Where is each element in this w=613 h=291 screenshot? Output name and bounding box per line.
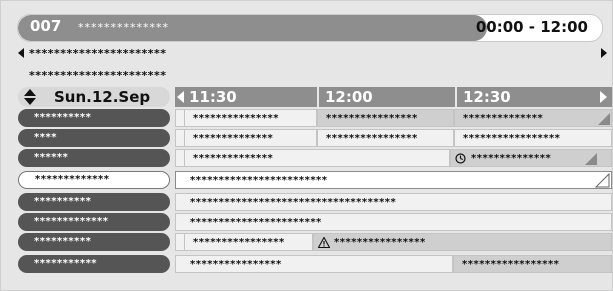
- channel-row-label[interactable]: ****: [18, 129, 170, 147]
- program-cell-selected[interactable]: ************************: [175, 171, 612, 189]
- program-info-line-2: **********************: [29, 69, 167, 82]
- timeslot-1: 11:30: [175, 87, 319, 107]
- channel-row-label[interactable]: **********: [18, 193, 170, 211]
- program-title: ***********************: [190, 217, 322, 228]
- program-cell[interactable]: ****************: [184, 233, 313, 251]
- timeslot-2: 12:00: [319, 87, 457, 107]
- program-cell[interactable]: **************: [454, 109, 612, 127]
- next-arrow-icon[interactable]: [601, 48, 607, 58]
- timeslot-label: 12:30: [463, 88, 511, 106]
- channel-row-label[interactable]: ******: [18, 149, 170, 167]
- date-selector[interactable]: Sun.12.Sep: [18, 87, 170, 107]
- program-cell[interactable]: ************************************: [175, 193, 612, 211]
- timeslot-3: 12:30: [457, 87, 612, 107]
- program-cell[interactable]: ****************: [175, 255, 453, 273]
- channel-header: 007 ************** 00:00 - 12:00: [17, 14, 603, 42]
- program-cell[interactable]: **************: [184, 149, 450, 167]
- program-title: ****************: [190, 259, 282, 270]
- channel-name: **************: [78, 21, 169, 34]
- program-title: ************************: [190, 175, 328, 186]
- warning-icon: [318, 237, 330, 248]
- program-title: ************************************: [190, 197, 397, 208]
- program-cell[interactable]: ***************: [184, 109, 317, 127]
- epg-screen: 007 ************** 00:00 - 12:00 *******…: [0, 0, 613, 291]
- continue-marker-icon: [585, 153, 597, 165]
- program-title: ****************: [334, 237, 426, 248]
- channel-row-label[interactable]: **********: [18, 233, 170, 251]
- program-title: **************: [471, 153, 552, 164]
- timeslot-label: 12:00: [325, 88, 373, 106]
- program-cell[interactable]: ****************: [317, 129, 454, 147]
- program-title: **************: [463, 113, 544, 124]
- program-info-line-1: **********************: [29, 47, 167, 60]
- program-cell[interactable]: ****************: [317, 109, 454, 127]
- timeslot-label: 11:30: [189, 88, 237, 106]
- channel-row-label[interactable]: **********: [18, 109, 170, 127]
- program-cell[interactable]: **************: [450, 149, 612, 167]
- date-label: Sun.12.Sep: [54, 88, 151, 106]
- program-cell[interactable]: **************: [184, 129, 317, 147]
- channel-row-label[interactable]: *************: [18, 213, 170, 231]
- program-cell[interactable]: ***********************: [175, 213, 612, 231]
- right-scroll-icon[interactable]: [600, 91, 608, 103]
- continue-marker-icon: [598, 113, 610, 125]
- channel-row-label[interactable]: ***********: [18, 255, 170, 273]
- up-down-icon[interactable]: [24, 89, 36, 105]
- channel-row-label-selected[interactable]: *************: [18, 171, 170, 189]
- time-range: 00:00 - 12:00: [475, 18, 588, 36]
- program-cell[interactable]: ****************: [313, 233, 612, 251]
- left-scroll-icon[interactable]: [177, 91, 185, 103]
- prev-arrow-icon[interactable]: [18, 48, 24, 58]
- program-cell[interactable]: *****************: [454, 129, 612, 147]
- channel-pill: 007 **************: [18, 15, 487, 41]
- channel-number: 007: [30, 17, 62, 35]
- program-cell[interactable]: *****************: [453, 255, 612, 273]
- continue-marker-icon: [594, 172, 610, 188]
- clock-icon: [455, 153, 466, 164]
